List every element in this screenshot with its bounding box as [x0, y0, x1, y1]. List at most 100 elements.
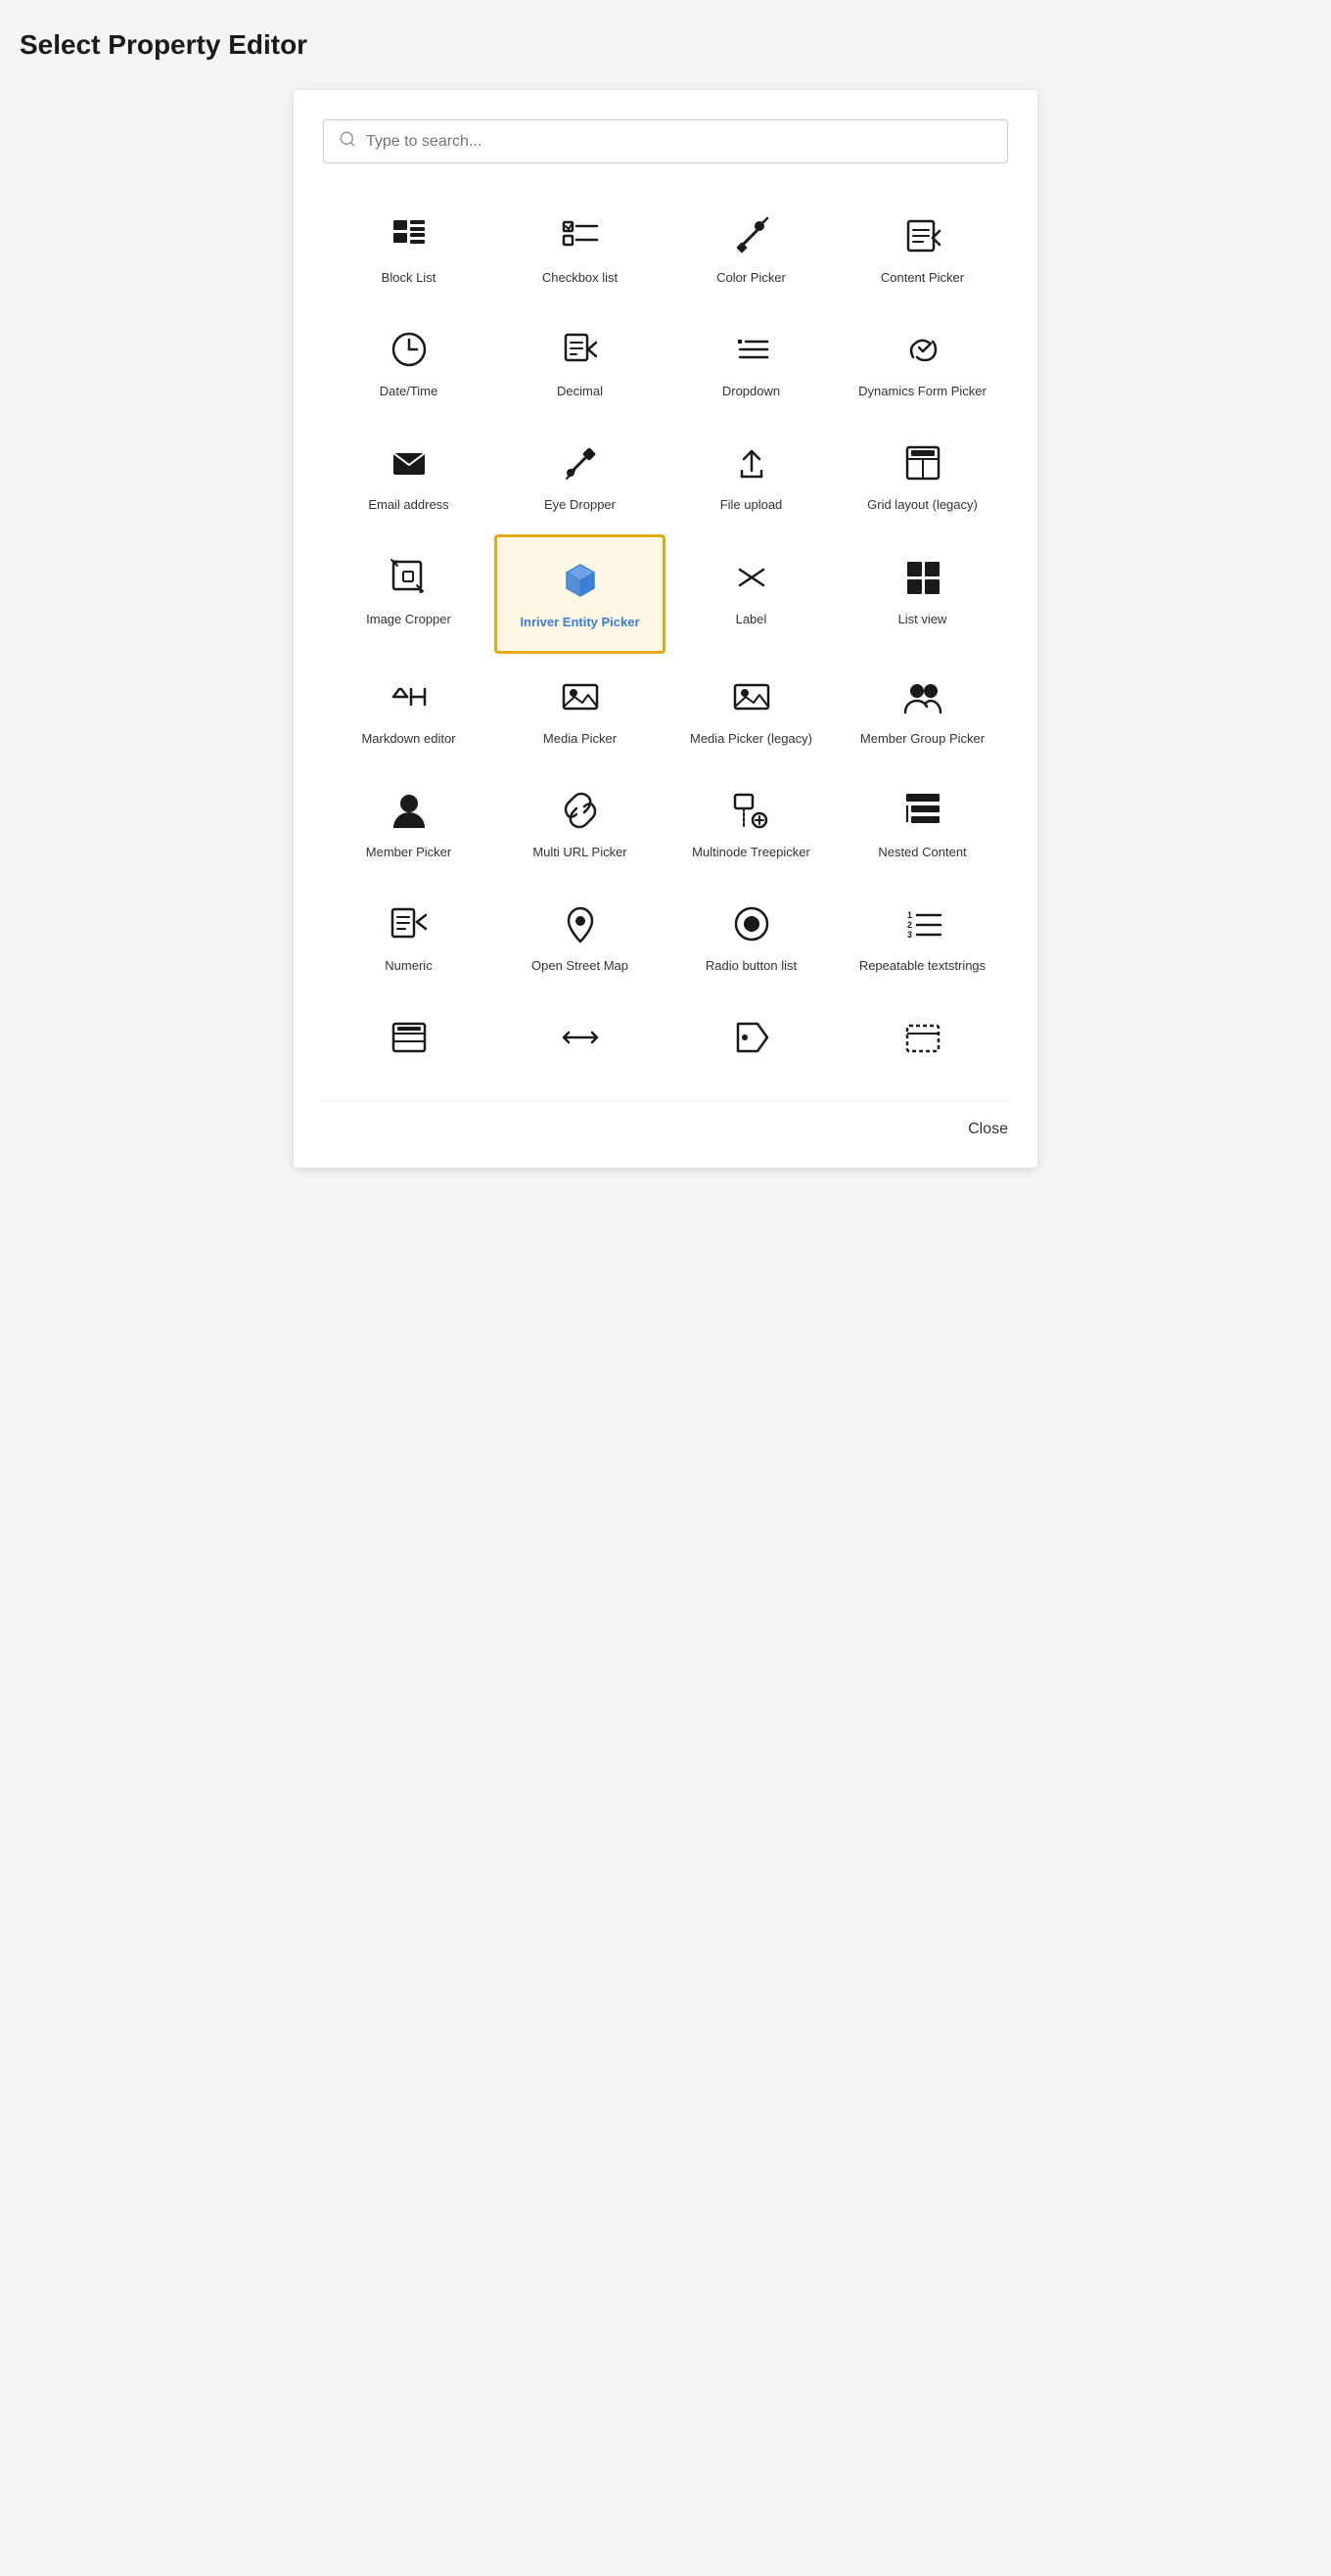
label-icon: [732, 554, 771, 601]
radio-button-list-label: Radio button list: [706, 957, 797, 975]
window-row-icon: [903, 1014, 942, 1061]
inriver-entity-picker-label: Inriver Entity Picker: [520, 614, 639, 631]
nested-content-label: Nested Content: [878, 844, 966, 861]
grid-item-block-list[interactable]: Block List: [323, 193, 494, 306]
member-picker-icon: [390, 787, 429, 834]
search-box: [323, 119, 1008, 163]
member-group-picker-icon: [903, 673, 942, 720]
eye-dropper-label: Eye Dropper: [544, 496, 616, 514]
svg-text:3: 3: [907, 930, 912, 940]
block-list-icon: [390, 212, 429, 259]
nested-content-icon: [903, 787, 942, 834]
file-upload-label: File upload: [720, 496, 783, 514]
grid-item-multi-url-picker[interactable]: Multi URL Picker: [494, 767, 666, 881]
grid-item-media-picker-legacy[interactable]: Media Picker (legacy): [666, 654, 837, 767]
color-picker-label: Color Picker: [716, 269, 786, 287]
svg-text:2: 2: [907, 920, 912, 930]
grid-item-inriver-entity-picker[interactable]: Inriver Entity Picker: [494, 534, 666, 654]
grid-item-grid-layout[interactable]: Grid layout (legacy): [837, 420, 1008, 533]
grid-item-datetime[interactable]: Date/Time: [323, 306, 494, 420]
dynamics-form-picker-icon: [903, 326, 942, 373]
color-picker-icon: [732, 212, 771, 259]
grid-item-radio-button-list[interactable]: Radio button list: [666, 881, 837, 994]
multi-url-picker-label: Multi URL Picker: [532, 844, 626, 861]
dynamics-form-picker-label: Dynamics Form Picker: [858, 383, 987, 400]
grid-item-row-4[interactable]: [837, 994, 1008, 1090]
grid-item-label[interactable]: Label: [666, 534, 837, 654]
grid-layout-label: Grid layout (legacy): [867, 496, 978, 514]
grid-item-image-cropper[interactable]: Image Cropper: [323, 534, 494, 654]
numeric-label: Numeric: [385, 957, 432, 975]
numeric-icon: [390, 900, 429, 947]
grid-item-multinode-treepicker[interactable]: Multinode Treepicker: [666, 767, 837, 881]
close-button[interactable]: Close: [968, 1121, 1008, 1138]
dropdown-icon: [732, 326, 771, 373]
list-view-label: List view: [898, 611, 947, 628]
grid-item-media-picker[interactable]: Media Picker: [494, 654, 666, 767]
media-picker-icon: [561, 673, 600, 720]
form-row-icon: [390, 1014, 429, 1061]
inriver-entity-picker-icon: [561, 557, 600, 604]
property-editor-grid: Block List Checkbox list: [323, 193, 1008, 1090]
decimal-icon: [561, 326, 600, 373]
grid-item-row-2[interactable]: [494, 994, 666, 1090]
multi-url-picker-icon: [561, 787, 600, 834]
media-picker-label: Media Picker: [543, 730, 617, 748]
page-title: Select Property Editor: [20, 20, 1311, 70]
repeatable-textstrings-icon: 1 2 3: [903, 900, 942, 947]
grid-item-color-picker[interactable]: Color Picker: [666, 193, 837, 306]
file-upload-icon: [732, 439, 771, 486]
grid-item-list-view[interactable]: List view: [837, 534, 1008, 654]
tag-row-icon: [732, 1014, 771, 1061]
grid-item-eye-dropper[interactable]: Eye Dropper: [494, 420, 666, 533]
grid-item-nested-content[interactable]: Nested Content: [837, 767, 1008, 881]
checkbox-list-label: Checkbox list: [542, 269, 618, 287]
block-list-label: Block List: [382, 269, 436, 287]
image-cropper-icon: [390, 554, 429, 601]
search-input[interactable]: [366, 133, 992, 151]
repeatable-textstrings-label: Repeatable textstrings: [859, 957, 986, 975]
content-picker-icon: [903, 212, 942, 259]
close-row: Close: [323, 1100, 1008, 1138]
grid-item-member-picker[interactable]: Member Picker: [323, 767, 494, 881]
open-street-map-label: Open Street Map: [531, 957, 628, 975]
dropdown-label: Dropdown: [722, 383, 780, 400]
grid-item-row-3[interactable]: [666, 994, 837, 1090]
grid-item-content-picker[interactable]: Content Picker: [837, 193, 1008, 306]
datetime-icon: [390, 326, 429, 373]
grid-item-email-address[interactable]: Email address: [323, 420, 494, 533]
radio-button-list-icon: [732, 900, 771, 947]
grid-item-dropdown[interactable]: Dropdown: [666, 306, 837, 420]
arrow-row-icon: [561, 1014, 600, 1061]
grid-item-member-group-picker[interactable]: Member Group Picker: [837, 654, 1008, 767]
media-picker-legacy-icon: [732, 673, 771, 720]
decimal-label: Decimal: [557, 383, 603, 400]
grid-item-checkbox-list[interactable]: Checkbox list: [494, 193, 666, 306]
image-cropper-label: Image Cropper: [366, 611, 451, 628]
multinode-treepicker-icon: [732, 787, 771, 834]
member-picker-label: Member Picker: [366, 844, 451, 861]
grid-item-open-street-map[interactable]: Open Street Map: [494, 881, 666, 994]
eye-dropper-icon: [561, 439, 600, 486]
markdown-editor-label: Markdown editor: [361, 730, 455, 748]
grid-item-decimal[interactable]: Decimal: [494, 306, 666, 420]
grid-item-dynamics-form-picker[interactable]: Dynamics Form Picker: [837, 306, 1008, 420]
grid-item-repeatable-textstrings[interactable]: 1 2 3 Repeatable textstrings: [837, 881, 1008, 994]
datetime-label: Date/Time: [380, 383, 437, 400]
grid-item-row-1[interactable]: [323, 994, 494, 1090]
svg-text:1: 1: [907, 910, 912, 920]
label-label: Label: [736, 611, 767, 628]
multinode-treepicker-label: Multinode Treepicker: [692, 844, 810, 861]
member-group-picker-label: Member Group Picker: [860, 730, 985, 748]
email-address-label: Email address: [368, 496, 448, 514]
grid-item-file-upload[interactable]: File upload: [666, 420, 837, 533]
grid-item-numeric[interactable]: Numeric: [323, 881, 494, 994]
grid-item-markdown-editor[interactable]: Markdown editor: [323, 654, 494, 767]
grid-layout-icon: [903, 439, 942, 486]
email-icon: [390, 439, 429, 486]
markdown-editor-icon: [390, 673, 429, 720]
search-icon: [339, 130, 356, 153]
list-view-icon: [903, 554, 942, 601]
modal-container: Block List Checkbox list: [294, 90, 1037, 1168]
media-picker-legacy-label: Media Picker (legacy): [690, 730, 812, 748]
